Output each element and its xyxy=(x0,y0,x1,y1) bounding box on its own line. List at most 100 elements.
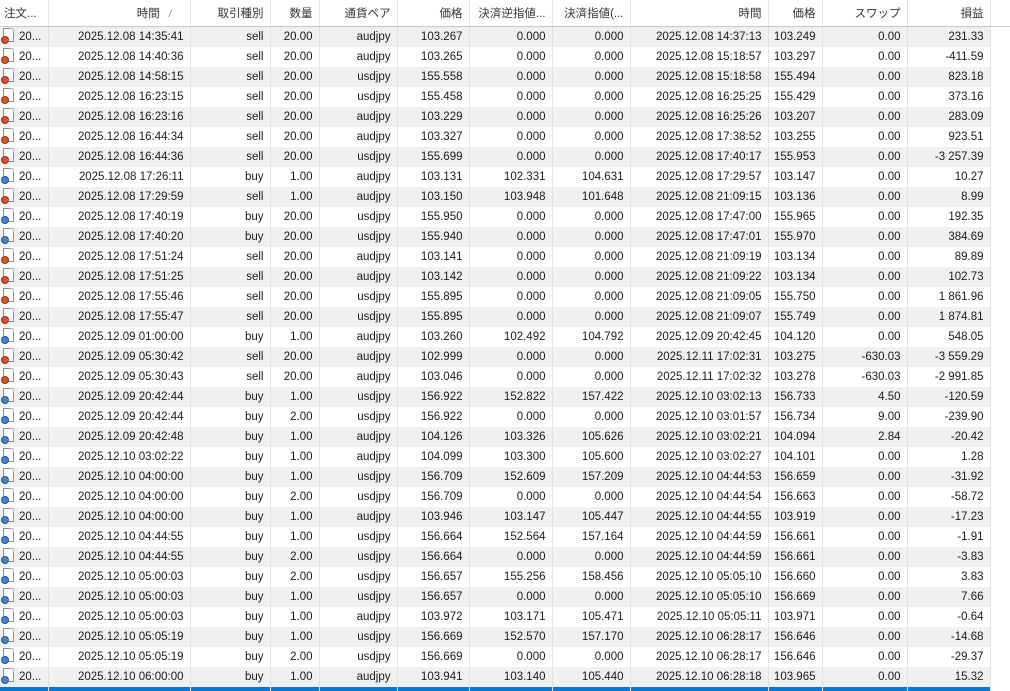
cell-open-price xyxy=(397,686,470,691)
column-header-order[interactable]: 注文... xyxy=(0,0,49,27)
cell-profit: 373.16 xyxy=(907,86,991,107)
order-id: 20... xyxy=(19,610,42,623)
cell-volume: 20.00 xyxy=(270,126,320,147)
order-id: 20... xyxy=(19,270,42,283)
cell-profit: 1.28 xyxy=(907,446,991,467)
cell-type: buy xyxy=(190,226,271,247)
table-row[interactable]: 20... 2025.12.10 04:44:55 buy 2.00 usdjp… xyxy=(0,546,1010,567)
cell-symbol: usdjpy xyxy=(319,526,398,547)
cell-swap: 0.00 xyxy=(822,606,908,627)
order-id: 20... xyxy=(19,50,42,63)
table-row[interactable]: 20... 2025.12.08 14:35:41 sell 20.00 aud… xyxy=(0,26,1010,47)
table-row[interactable]: 20... 2025.12.10 05:05:19 buy 2.00 usdjp… xyxy=(0,646,1010,667)
cell-close-time: 2025.12.10 03:02:21 xyxy=(630,426,769,447)
order-id: 20... xyxy=(19,30,42,43)
cell-profit: 384.69 xyxy=(907,226,991,247)
table-row[interactable]: 20... 2025.12.10 04:44:55 buy 1.00 usdjp… xyxy=(0,526,1010,547)
cell-close-time: 2025.12.10 05:05:10 xyxy=(630,566,769,587)
column-header-volume[interactable]: 数量 xyxy=(270,0,320,27)
table-row[interactable]: 20... 2025.12.09 20:42:44 buy 2.00 usdjp… xyxy=(0,406,1010,427)
cell-type: buy xyxy=(190,486,271,507)
cell-open-price: 155.895 xyxy=(397,286,470,307)
table-row[interactable]: 20... 2025.12.09 05:30:42 sell 20.00 aud… xyxy=(0,346,1010,367)
cell-close-time: 2025.12.10 04:44:59 xyxy=(630,526,769,547)
table-row[interactable]: 20... 2025.12.08 17:55:46 sell 20.00 usd… xyxy=(0,286,1010,307)
table-row[interactable]: 20... 2025.12.10 05:00:03 buy 1.00 usdjp… xyxy=(0,586,1010,607)
cell-swap: 0.00 xyxy=(822,466,908,487)
table-row[interactable]: 20... 2025.12.08 17:40:19 buy 20.00 usdj… xyxy=(0,206,1010,227)
table-row[interactable]: 20... 2025.12.08 14:58:15 sell 20.00 usd… xyxy=(0,66,1010,87)
cell-take-profit: 0.000 xyxy=(552,266,631,287)
order-id: 20... xyxy=(19,370,42,383)
cell-order: 20... xyxy=(0,486,49,507)
cell-volume: 1.00 xyxy=(270,386,320,407)
cell-order: 20... xyxy=(0,566,49,587)
table-row[interactable]: 20... 2025.12.10 04:00:00 buy 1.00 usdjp… xyxy=(0,466,1010,487)
cell-order: 20... xyxy=(0,366,49,387)
order-type-icon xyxy=(1,628,14,645)
cell-open-time: 2025.12.10 05:00:03 xyxy=(48,566,191,587)
table-row[interactable]: 20... 2025.12.10 06:00:00 buy 1.00 audjp… xyxy=(0,666,1010,687)
table-row[interactable]: 20... 2025.12.10 03:02:22 buy 1.00 audjp… xyxy=(0,446,1010,467)
cell-filler xyxy=(990,526,1010,547)
column-header-stop-loss[interactable]: 決済逆指値... xyxy=(469,0,553,27)
order-id: 20... xyxy=(19,490,42,503)
table-row[interactable]: 20... 2025.12.08 17:40:20 buy 20.00 usdj… xyxy=(0,226,1010,247)
cell-stop-loss: 103.300 xyxy=(469,446,553,467)
column-header-close-price[interactable]: 価格 xyxy=(768,0,823,27)
table-row[interactable]: 20... 2025.12.08 16:23:15 sell 20.00 usd… xyxy=(0,86,1010,107)
cell-type: buy xyxy=(190,586,271,607)
table-row[interactable]: 20... 2025.12.09 20:42:44 buy 1.00 usdjp… xyxy=(0,386,1010,407)
column-header-type[interactable]: 取引種別 xyxy=(190,0,271,27)
cell-stop-loss: 103.171 xyxy=(469,606,553,627)
cell-order: 20... xyxy=(0,386,49,407)
table-row[interactable]: 20... 2025.12.08 17:55:47 sell 20.00 usd… xyxy=(0,306,1010,327)
column-header-profit[interactable]: 損益 xyxy=(907,0,991,27)
table-row[interactable]: 20... 2025.12.09 05:30:43 sell 20.00 aud… xyxy=(0,366,1010,387)
cell-close-time: 2025.12.08 16:25:25 xyxy=(630,86,769,107)
cell-close-time: 2025.12.08 17:47:01 xyxy=(630,226,769,247)
table-row[interactable]: 20... 2025.12.09 01:00:00 buy 1.00 audjp… xyxy=(0,326,1010,347)
order-id: 20... xyxy=(19,190,42,203)
selected-row[interactable] xyxy=(0,686,1010,691)
table-row[interactable]: 20... 2025.12.08 17:51:25 sell 20.00 aud… xyxy=(0,266,1010,287)
cell-close-time: 2025.12.10 04:44:54 xyxy=(630,486,769,507)
table-row[interactable]: 20... 2025.12.10 05:05:19 buy 1.00 usdjp… xyxy=(0,626,1010,647)
table-row[interactable]: 20... 2025.12.08 14:40:36 sell 20.00 aud… xyxy=(0,46,1010,67)
column-header-open-price[interactable]: 価格 xyxy=(397,0,470,27)
cell-type: sell xyxy=(190,86,271,107)
table-row[interactable]: 20... 2025.12.10 05:00:03 buy 2.00 usdjp… xyxy=(0,566,1010,587)
cell-close-price xyxy=(768,686,823,691)
table-row[interactable]: 20... 2025.12.08 17:29:59 sell 1.00 audj… xyxy=(0,186,1010,207)
table-row[interactable]: 20... 2025.12.08 17:51:24 sell 20.00 aud… xyxy=(0,246,1010,267)
column-header-swap[interactable]: スワップ xyxy=(822,0,908,27)
table-row[interactable]: 20... 2025.12.10 05:00:03 buy 1.00 audjp… xyxy=(0,606,1010,627)
order-id: 20... xyxy=(19,90,42,103)
table-row[interactable]: 20... 2025.12.10 04:00:00 buy 1.00 audjp… xyxy=(0,506,1010,527)
cell-order: 20... xyxy=(0,606,49,627)
cell-symbol: audjpy xyxy=(319,366,398,387)
column-header-symbol[interactable]: 通貨ペア xyxy=(319,0,398,27)
table-row[interactable]: 20... 2025.12.08 17:26:11 buy 1.00 audjp… xyxy=(0,166,1010,187)
column-header-take-profit[interactable]: 決済指値(... xyxy=(552,0,631,27)
order-type-icon xyxy=(1,48,14,65)
cell-volume: 1.00 xyxy=(270,186,320,207)
cell-volume: 1.00 xyxy=(270,326,320,347)
table-row[interactable]: 20... 2025.12.08 16:44:36 sell 20.00 usd… xyxy=(0,146,1010,167)
order-type-icon xyxy=(1,588,14,605)
cell-swap: 0.00 xyxy=(822,526,908,547)
cell-profit: -411.59 xyxy=(907,46,991,67)
cell-open-price: 156.669 xyxy=(397,646,470,667)
table-row[interactable]: 20... 2025.12.10 04:00:00 buy 2.00 usdjp… xyxy=(0,486,1010,507)
cell-swap xyxy=(822,686,908,691)
table-row[interactable]: 20... 2025.12.08 16:44:34 sell 20.00 aud… xyxy=(0,126,1010,147)
cell-order: 20... xyxy=(0,586,49,607)
cell-symbol: audjpy xyxy=(319,246,398,267)
cell-open-price: 103.941 xyxy=(397,666,470,687)
table-row[interactable]: 20... 2025.12.08 16:23:16 sell 20.00 aud… xyxy=(0,106,1010,127)
table-row[interactable]: 20... 2025.12.09 20:42:48 buy 1.00 audjp… xyxy=(0,426,1010,447)
column-header-close-time[interactable]: 時間 xyxy=(630,0,769,27)
cell-volume: 1.00 xyxy=(270,626,320,647)
cell-profit: -1.91 xyxy=(907,526,991,547)
column-header-open-time[interactable]: 時間 / xyxy=(48,0,191,27)
